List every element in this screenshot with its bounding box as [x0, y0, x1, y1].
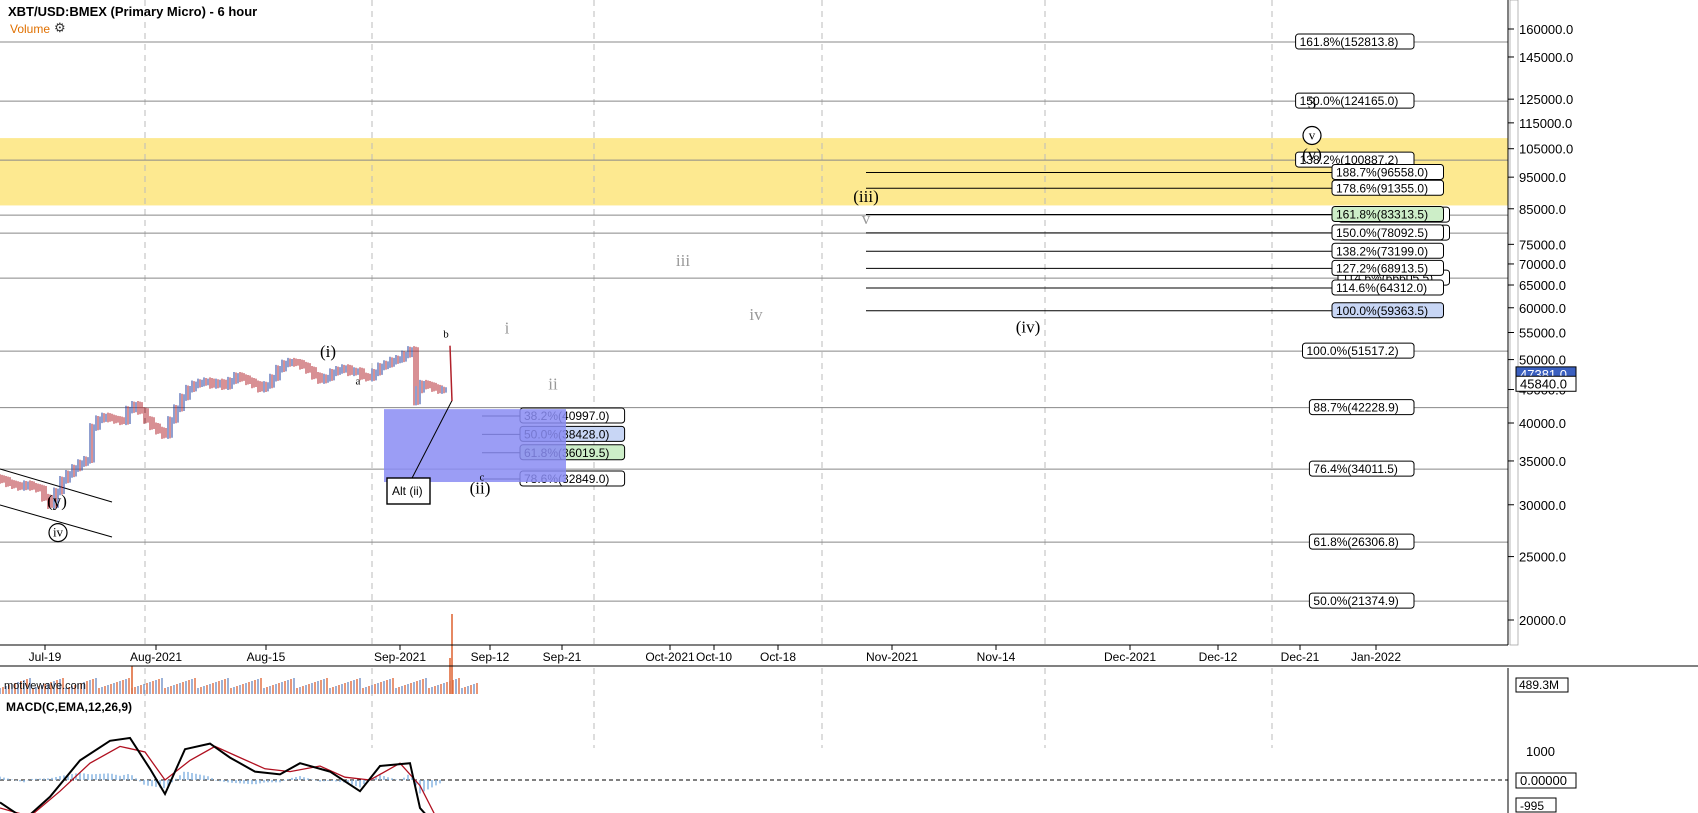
price-tick-label: 20000.0 — [1519, 613, 1566, 628]
price-tick-label: 160000.0 — [1519, 22, 1573, 37]
ext-fib-label: 114.6%(64312.0) — [1336, 281, 1427, 295]
date-tick-label: Aug-2021 — [130, 650, 182, 664]
ext-fib-label: 100.0%(59363.5) — [1336, 304, 1428, 318]
ext-fib-label: 150.0%(78092.5) — [1336, 226, 1428, 240]
price-drop-bar — [449, 345, 453, 402]
macd-label: MACD(C,EMA,12,26,9) — [6, 700, 133, 714]
price-chart[interactable]: 161.8%(152813.8)150.0%(124165.0)138.2%(1… — [0, 0, 1698, 813]
fib-label: 61.8%(26306.8) — [1313, 535, 1398, 549]
price-tick-label: 30000.0 — [1519, 498, 1566, 513]
price-tick-label: 95000.0 — [1519, 170, 1566, 185]
date-tick-label: Nov-14 — [977, 650, 1016, 664]
date-tick-label: Oct-10 — [696, 650, 732, 664]
fib-label: 88.7%(42228.9) — [1313, 401, 1398, 415]
macd-tick-label: 1000 — [1526, 744, 1555, 759]
price-tick-label: 75000.0 — [1519, 237, 1566, 252]
volume-axis-label: 489.3M — [1519, 678, 1559, 692]
price-tick-label: 35000.0 — [1519, 454, 1566, 469]
chart-title: XBT/USD:BMEX (Primary Micro) - 6 hour — [8, 4, 258, 19]
watermark: motivewave.com — [4, 680, 86, 692]
ext-fib-label: 127.2%(68913.5) — [1336, 261, 1428, 275]
wave-label: iii — [676, 251, 690, 270]
fib-label: 100.0%(51517.2) — [1307, 344, 1399, 358]
target-zone — [0, 138, 1508, 206]
price-tick-label: 115000.0 — [1519, 116, 1572, 131]
ext-fib-label: 188.7%(96558.0) — [1336, 166, 1428, 180]
macd-zero-label: 0.00000 — [1520, 773, 1567, 788]
fib-label: 76.4%(34011.5) — [1313, 462, 1398, 476]
wave-label: iv — [53, 525, 64, 540]
current-price-label: 45840.0 — [1520, 376, 1567, 391]
wave-label: c — [480, 471, 485, 483]
wave-label: 3 — [1308, 93, 1317, 112]
wave-label: (iii) — [853, 187, 879, 206]
price-tick-label: 40000.0 — [1519, 416, 1566, 431]
wave-label: (v) — [1302, 145, 1322, 164]
wave-label: v — [862, 209, 871, 228]
price-tick-label: 85000.0 — [1519, 202, 1566, 217]
fib-label: 50.0%(21374.9) — [1313, 594, 1398, 608]
date-tick-label: Jan-2022 — [1351, 650, 1401, 664]
price-tick-label: 60000.0 — [1519, 301, 1566, 316]
date-tick-label: Aug-15 — [247, 650, 286, 664]
ext-fib-label: 161.8%(83313.5) — [1336, 207, 1428, 221]
date-tick-label: Dec-2021 — [1104, 650, 1156, 664]
wave-label: ii — [548, 375, 558, 394]
wave-label: b — [443, 329, 449, 341]
wave-label: i — [505, 319, 510, 338]
wave-label: (iv) — [1016, 317, 1041, 336]
wave-label: v — [1309, 127, 1316, 142]
fib-label: 161.8%(152813.8) — [1300, 35, 1399, 49]
ext-fib-label: 138.2%(73199.0) — [1336, 244, 1428, 258]
date-tick-label: Oct-18 — [760, 650, 796, 664]
date-tick-label: Sep-12 — [471, 650, 510, 664]
price-tick-label: 145000.0 — [1519, 50, 1573, 65]
date-tick-label: Sep-2021 — [374, 650, 426, 664]
wave-label: a — [356, 376, 361, 388]
wave-label: (y) — [47, 492, 67, 511]
price-tick-label: 25000.0 — [1519, 550, 1566, 565]
price-tick-label: 65000.0 — [1519, 278, 1566, 293]
date-tick-label: Sep-21 — [543, 650, 582, 664]
gear-icon[interactable]: ⚙ — [54, 20, 66, 36]
date-tick-label: Dec-21 — [1281, 650, 1320, 664]
price-tick-label: 105000.0 — [1519, 142, 1573, 157]
scrollbar — [1509, 0, 1519, 646]
date-tick-label: Jul-19 — [29, 650, 62, 664]
price-tick-label: 125000.0 — [1519, 92, 1573, 107]
wave-label: iv — [749, 305, 763, 324]
price-tick-label: 55000.0 — [1519, 325, 1566, 340]
date-tick-label: Dec-12 — [1199, 650, 1238, 664]
volume-label[interactable]: Volume — [10, 22, 50, 36]
wave-label: (i) — [320, 342, 336, 361]
price-tick-label: 70000.0 — [1519, 257, 1566, 272]
macd-tick-label: -995 — [1520, 799, 1544, 813]
alt-ii-box — [384, 409, 566, 483]
price-tick-label: 50000.0 — [1519, 353, 1566, 368]
date-tick-label: Oct-2021 — [645, 650, 695, 664]
date-tick-label: Nov-2021 — [866, 650, 918, 664]
ext-fib-label: 178.6%(91355.0) — [1336, 181, 1428, 195]
alt-ii-label: Alt (ii) — [392, 484, 423, 498]
